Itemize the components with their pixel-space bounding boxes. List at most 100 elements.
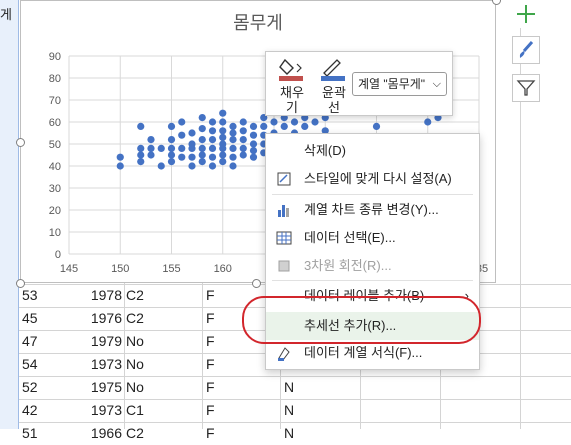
data-point[interactable]: [249, 140, 258, 148]
data-point[interactable]: [280, 122, 288, 130]
table-cell[interactable]: 54: [22, 353, 38, 376]
chart-resize-handle[interactable]: [252, 279, 261, 288]
data-point[interactable]: [137, 144, 145, 152]
chart-styles-button[interactable]: [512, 36, 540, 64]
data-point[interactable]: [188, 129, 196, 137]
table-cell[interactable]: No: [126, 330, 144, 353]
data-point[interactable]: [372, 122, 381, 130]
menu-item[interactable]: 삭제(D): [266, 137, 479, 165]
chart-elements-button[interactable]: [512, 0, 540, 28]
data-point[interactable]: [239, 127, 247, 135]
data-point[interactable]: [219, 109, 227, 117]
data-point[interactable]: [208, 136, 217, 144]
data-point[interactable]: [219, 151, 227, 159]
table-cell[interactable]: 1973: [72, 353, 122, 376]
data-point[interactable]: [157, 144, 165, 152]
table-cell[interactable]: N: [284, 422, 294, 445]
data-point[interactable]: [249, 122, 258, 130]
fill-button[interactable]: 채우 기: [272, 56, 312, 115]
data-point[interactable]: [167, 136, 176, 144]
table-cell[interactable]: 1966: [72, 422, 122, 445]
table-cell[interactable]: 47: [22, 330, 38, 353]
data-point[interactable]: [137, 122, 145, 130]
data-point[interactable]: [188, 162, 196, 170]
data-point[interactable]: [178, 144, 186, 152]
data-point[interactable]: [219, 133, 227, 141]
menu-item[interactable]: 3차원 회전(R)...: [266, 252, 479, 280]
data-point[interactable]: [229, 136, 237, 144]
data-point[interactable]: [188, 153, 196, 161]
menu-item[interactable]: 스타일에 맞게 다시 설정(A): [266, 165, 479, 193]
data-point[interactable]: [147, 136, 155, 144]
data-point[interactable]: [270, 118, 278, 126]
table-cell[interactable]: C2: [126, 307, 144, 330]
table-cell[interactable]: F: [206, 399, 215, 422]
table-cell[interactable]: N: [284, 376, 294, 399]
data-point[interactable]: [198, 136, 206, 144]
data-point[interactable]: [249, 147, 258, 155]
data-point[interactable]: [208, 127, 217, 135]
table-cell[interactable]: 1976: [72, 307, 122, 330]
data-point[interactable]: [239, 151, 247, 159]
table-cell[interactable]: 1979: [72, 330, 122, 353]
table-cell[interactable]: 45: [22, 307, 38, 330]
data-point[interactable]: [178, 118, 186, 126]
table-cell[interactable]: C1: [126, 399, 144, 422]
data-point[interactable]: [208, 153, 217, 161]
table-cell[interactable]: F: [206, 284, 215, 307]
chart-filters-button[interactable]: [512, 74, 540, 102]
data-point[interactable]: [157, 162, 165, 170]
data-point[interactable]: [219, 127, 227, 135]
data-point[interactable]: [239, 144, 247, 152]
table-cell[interactable]: F: [206, 422, 215, 445]
data-point[interactable]: [116, 153, 124, 161]
data-point[interactable]: [311, 118, 319, 126]
data-point[interactable]: [167, 144, 176, 152]
data-point[interactable]: [229, 144, 237, 152]
data-point[interactable]: [178, 153, 186, 161]
data-point[interactable]: [178, 131, 186, 139]
table-cell[interactable]: F: [206, 353, 215, 376]
table-cell[interactable]: 42: [22, 399, 38, 422]
data-point[interactable]: [198, 114, 206, 122]
data-point[interactable]: [137, 158, 145, 166]
data-point[interactable]: [167, 122, 176, 130]
menu-item[interactable]: 계열 차트 종류 변경(Y)...: [266, 196, 479, 224]
data-point[interactable]: [147, 151, 155, 159]
data-point[interactable]: [198, 151, 206, 159]
table-cell[interactable]: N: [284, 399, 294, 422]
data-point[interactable]: [208, 118, 217, 126]
data-point[interactable]: [167, 151, 176, 159]
data-point[interactable]: [424, 118, 432, 126]
table-cell[interactable]: F: [206, 376, 215, 399]
table-cell[interactable]: 51: [22, 422, 38, 445]
chart-resize-handle[interactable]: [16, 279, 25, 288]
table-cell[interactable]: 1978: [72, 284, 122, 307]
table-cell[interactable]: No: [126, 376, 144, 399]
data-point[interactable]: [219, 140, 227, 148]
data-point[interactable]: [147, 144, 155, 152]
menu-item[interactable]: 데이터 선택(E)...: [266, 224, 479, 252]
table-cell[interactable]: 53: [22, 284, 38, 307]
table-cell[interactable]: F: [206, 330, 215, 353]
data-point[interactable]: [290, 118, 299, 126]
data-point[interactable]: [229, 153, 237, 161]
data-point[interactable]: [249, 153, 258, 161]
table-cell[interactable]: F: [206, 307, 215, 330]
data-point[interactable]: [116, 162, 124, 170]
table-cell[interactable]: 1975: [72, 376, 122, 399]
data-point[interactable]: [229, 129, 237, 137]
data-point[interactable]: [208, 162, 217, 170]
data-point[interactable]: [208, 144, 217, 152]
data-point[interactable]: [301, 122, 309, 130]
table-cell[interactable]: 1973: [72, 399, 122, 422]
data-point[interactable]: [198, 144, 206, 152]
data-point[interactable]: [198, 158, 206, 166]
table-cell[interactable]: C2: [126, 284, 144, 307]
data-point[interactable]: [188, 140, 196, 148]
chart-resize-handle[interactable]: [16, 138, 25, 147]
data-point[interactable]: [260, 122, 268, 130]
series-selector[interactable]: 계열 "몸무게" ⌵: [352, 72, 447, 96]
data-point[interactable]: [229, 162, 237, 170]
data-point[interactable]: [239, 118, 247, 126]
